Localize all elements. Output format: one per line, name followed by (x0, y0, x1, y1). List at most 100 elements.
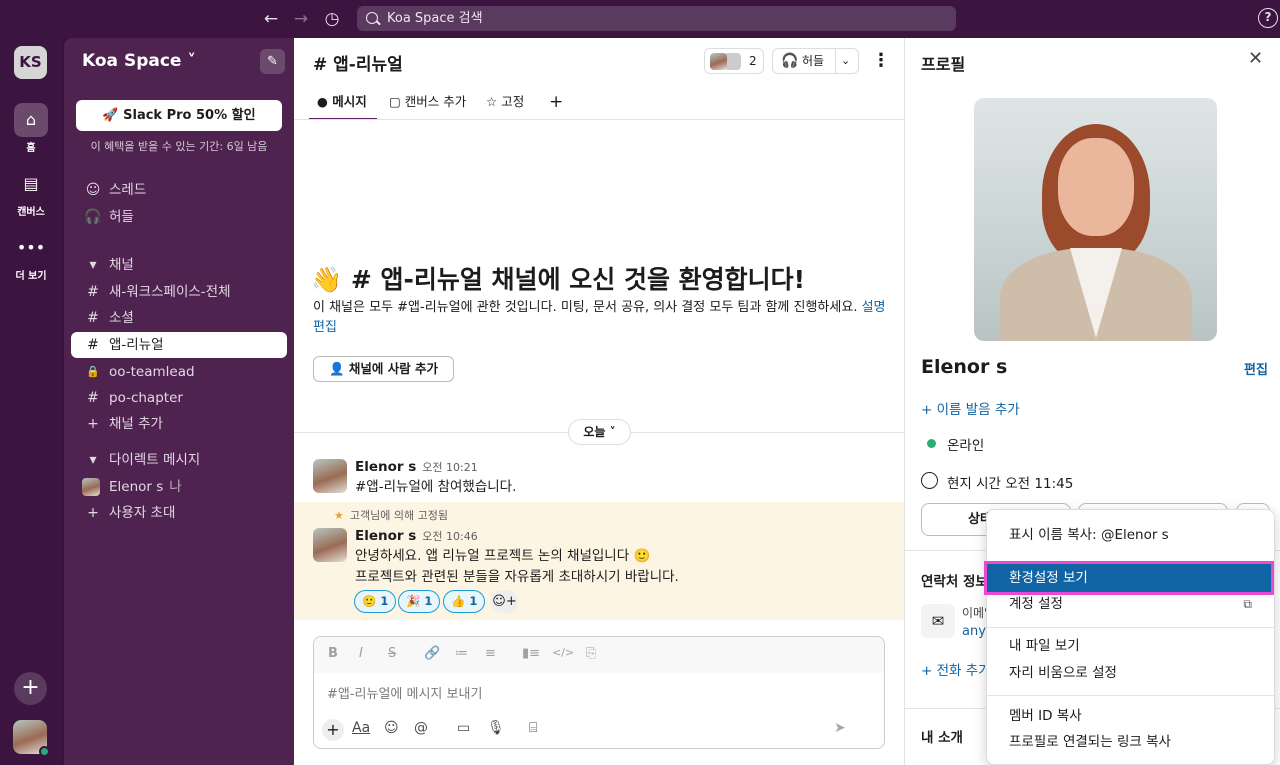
message-author[interactable]: Elenor s 오전 10:46 (355, 528, 478, 544)
message-input[interactable]: #앱-리뉴얼에 메시지 보내기 (327, 683, 482, 702)
message-text: #앱-리뉴얼에 참여했습니다. (355, 479, 517, 495)
rail-more[interactable]: ••• 더 보기 (0, 231, 62, 282)
rail-canvas[interactable]: ▤ 캔버스 (0, 167, 62, 218)
send-icon[interactable]: ➤ (834, 720, 846, 736)
tab-label: 캔버스 추가 (404, 94, 467, 109)
pinned-note-text: 고객님에 의해 고정됨 (349, 509, 448, 522)
rail-home[interactable]: ⌂ 홈 (0, 103, 62, 154)
avatar[interactable] (313, 528, 347, 562)
attach-plus-icon[interactable]: + (322, 719, 344, 741)
workspace-name[interactable]: Koa Space ˅ (82, 51, 196, 71)
tab-pinned[interactable]: ☆ 고정 (486, 88, 524, 120)
add-people-button[interactable]: 👤 채널에 사람 추가 (313, 356, 454, 382)
about-header: 내 소개 (921, 730, 963, 746)
add-tab-button[interactable]: + (549, 88, 563, 120)
sidebar-item-threads[interactable]: ☺ 스레드 (71, 177, 287, 203)
profile-photo[interactable] (974, 98, 1217, 341)
menu-item-copy-profile-link[interactable]: 프로필로 연결되는 링크 복사 (987, 728, 1274, 756)
sidebar-item-channel[interactable]: # 소셜 (71, 305, 287, 331)
menu-item-set-away[interactable]: 자리 비움으로 설정 (987, 659, 1274, 687)
members-button[interactable]: 2 (704, 48, 764, 74)
threads-icon: ☺ (85, 182, 101, 198)
sidebar-item-dm[interactable]: Elenor s 나 (71, 474, 287, 500)
hash-icon: # (87, 310, 99, 326)
code-block-icon[interactable]: ⎘ (586, 646, 596, 661)
compose-icon[interactable]: ✎ (260, 49, 285, 74)
link-icon[interactable]: 🔗 (424, 646, 440, 661)
sidebar-item-label: 채널 추가 (109, 416, 163, 432)
tab-messages[interactable]: ● 메시지 (309, 88, 377, 120)
mention-icon[interactable]: @ (414, 720, 428, 736)
headphones-icon: 🎧 (84, 209, 102, 225)
menu-item-account-settings[interactable]: 계정 설정 ⧉ (987, 590, 1274, 618)
history-icon[interactable]: ◷ (321, 8, 343, 30)
reaction-party[interactable]: 🎉 1 (398, 590, 441, 613)
sidebar-item-label: oo-teamlead (109, 364, 195, 380)
formatting-icon[interactable]: Aa (352, 720, 370, 736)
message-composer[interactable]: B I S̶ 🔗 ≔ ≡ ▮≡ </> ⎘ #앱-리뉴얼에 메시지 보내기 + … (313, 636, 885, 749)
chevron-down-icon[interactable]: ⌄ (841, 49, 850, 73)
bold-icon[interactable]: B (328, 646, 338, 661)
menu-item-copy-member-id[interactable]: 멤버 ID 복사 (987, 702, 1274, 730)
add-reaction-icon[interactable]: ☺+ (491, 590, 518, 613)
menu-item-view-preferences[interactable]: 환경설정 보기 (984, 561, 1274, 595)
promo-button[interactable]: 🚀 Slack Pro 50% 할인 (76, 100, 282, 131)
italic-icon[interactable]: I (359, 646, 363, 661)
bullet-list-icon[interactable]: ≡ (485, 646, 496, 661)
menu-item-view-files[interactable]: 내 파일 보기 (987, 632, 1274, 660)
invite-people-button[interactable]: + 사용자 초대 (71, 500, 287, 526)
sidebar-item-channel-active[interactable]: # 앱-리뉴얼 (71, 332, 287, 358)
menu-item-copy-display-name[interactable]: 표시 이름 복사: @Elenor s (987, 521, 1274, 549)
strikethrough-icon[interactable]: S̶ (388, 646, 396, 661)
shortcuts-icon[interactable]: ⌸ (529, 720, 537, 736)
add-workspace-button[interactable]: + (14, 672, 47, 705)
back-arrow-icon[interactable]: ← (260, 8, 282, 30)
reaction-count: 1 (469, 594, 478, 608)
avatar[interactable] (313, 459, 347, 493)
sidebar-item-label: 소셜 (109, 310, 134, 326)
add-pronunciation-link[interactable]: + 이름 발음 추가 (921, 398, 1020, 418)
channel-title[interactable]: # 앱-리뉴얼 (313, 50, 403, 75)
reaction-smile[interactable]: 🙂 1 (354, 590, 397, 613)
add-channel-button[interactable]: + 채널 추가 (71, 411, 287, 437)
reaction-thumbs-up[interactable]: 👍 1 (443, 590, 486, 613)
emoji-icon[interactable]: ☺ (384, 720, 399, 736)
message-author[interactable]: Elenor s 오전 10:21 (355, 459, 478, 475)
plus-icon: + (549, 92, 564, 112)
sidebar-item-label: Elenor s (109, 479, 164, 495)
divider (987, 627, 1274, 628)
code-icon[interactable]: </> (552, 646, 574, 659)
message-icon: ● (317, 94, 328, 109)
forward-arrow-icon[interactable]: → (290, 8, 312, 30)
plus-icon: + (87, 505, 99, 521)
search-input[interactable]: Koa Space 검색 (357, 6, 956, 31)
huddle-button[interactable]: 🎧 허들 ⌄ (772, 48, 859, 74)
sidebar-item-label: 스레드 (109, 182, 147, 198)
help-icon[interactable]: ? (1258, 8, 1278, 28)
channels-section-header[interactable]: ▾ 채널 (71, 252, 287, 278)
blockquote-icon[interactable]: ▮≡ (522, 646, 540, 661)
sidebar-item-huddles[interactable]: 🎧 허들 (71, 204, 287, 230)
online-dot-icon (927, 439, 936, 448)
tab-add-canvas[interactable]: ▢ 캔버스 추가 (389, 88, 466, 120)
date-pill[interactable]: 오늘 ˅ (568, 419, 631, 445)
profile-dropdown-menu: 표시 이름 복사: @Elenor s 환경설정 보기 계정 설정 ⧉ 내 파일 … (984, 509, 1275, 765)
edit-profile-link[interactable]: 편집 (1244, 359, 1268, 378)
sidebar-item-channel[interactable]: 🔒 oo-teamlead (71, 359, 287, 385)
user-avatar[interactable] (13, 720, 50, 757)
dm-section-header[interactable]: ▾ 다이렉트 메시지 (71, 447, 287, 473)
author-name: Elenor s (355, 528, 417, 544)
add-phone-link[interactable]: + 전화 추가 (921, 659, 991, 679)
online-dot-icon (39, 746, 50, 757)
close-icon[interactable]: ✕ (1248, 48, 1263, 69)
video-icon[interactable]: ▭ (457, 720, 470, 736)
mail-icon: ✉ (921, 604, 955, 638)
ordered-list-icon[interactable]: ≔ (455, 646, 468, 661)
sidebar-item-channel[interactable]: # 새-워크스페이스-전체 (71, 279, 287, 305)
more-options-icon[interactable]: ⋮ (872, 48, 890, 74)
external-link-icon: ⧉ (1243, 597, 1252, 611)
sidebar-item-channel[interactable]: # po-chapter (71, 385, 287, 411)
reaction-count: 1 (424, 594, 433, 608)
microphone-icon[interactable]: 🎙 (487, 720, 505, 736)
workspace-avatar[interactable]: KS (14, 46, 47, 79)
